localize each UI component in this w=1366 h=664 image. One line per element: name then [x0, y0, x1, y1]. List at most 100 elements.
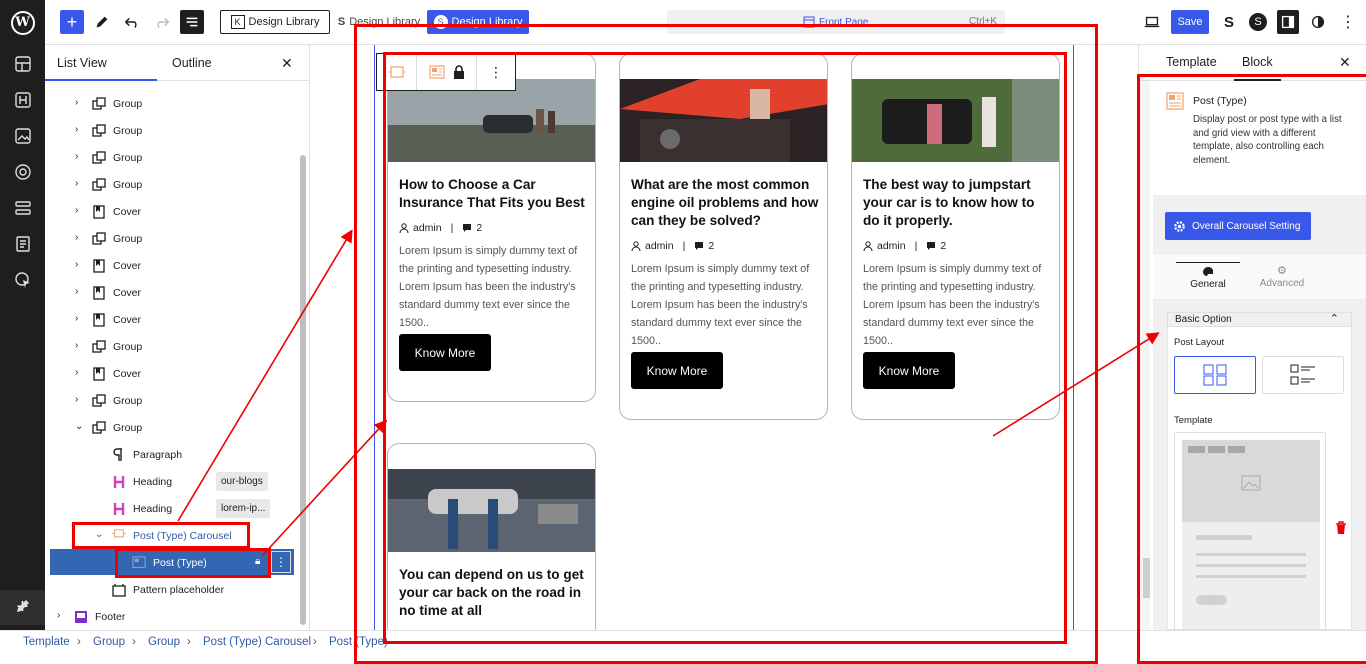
settings-sidebar-icon[interactable]: [1277, 10, 1299, 34]
list-view-row[interactable]: › Footer: [45, 604, 300, 630]
list-view-row[interactable]: › Group: [45, 334, 300, 360]
chevron-right-icon[interactable]: ›: [75, 124, 78, 135]
image-icon[interactable]: [14, 127, 32, 145]
post-type-block-icon[interactable]: [417, 54, 477, 90]
layout-icon[interactable]: [14, 55, 32, 73]
post-title[interactable]: The best way to jumpstart your car is to…: [863, 176, 1053, 230]
list-view-row[interactable]: › Group: [45, 172, 300, 198]
stackable-design-library-button[interactable]: S Design Library: [334, 10, 424, 34]
tab-general[interactable]: General: [1176, 262, 1240, 298]
post-card[interactable]: The best way to jumpstart your car is to…: [851, 53, 1060, 420]
style-contrast-icon[interactable]: [1308, 10, 1328, 34]
post-title[interactable]: How to Choose a Car Insurance That Fits …: [399, 176, 589, 212]
overall-carousel-setting-button[interactable]: Overall Carousel Setting: [1165, 212, 1311, 240]
grid-layout-option[interactable]: [1174, 356, 1256, 394]
stackable-icon[interactable]: S: [1219, 10, 1239, 34]
post-author[interactable]: admin: [877, 240, 906, 252]
chevron-right-icon[interactable]: ›: [75, 340, 78, 351]
pencil-tool-icon[interactable]: [92, 10, 112, 34]
trash-icon[interactable]: [1335, 521, 1347, 535]
basic-option-header[interactable]: Basic Option ⌃: [1167, 312, 1352, 327]
row-options-icon[interactable]: ⋮: [271, 551, 291, 573]
breadcrumb-item[interactable]: Group: [148, 636, 180, 648]
chevron-right-icon[interactable]: ›: [75, 367, 78, 378]
chevron-right-icon[interactable]: ›: [75, 178, 78, 189]
tab-outline[interactable]: Outline: [172, 56, 212, 70]
command-palette-bar[interactable]: Front Page Ctrl+K: [667, 10, 1005, 34]
close-icon[interactable]: ✕: [1339, 54, 1351, 71]
block-inserter-button[interactable]: +: [60, 10, 84, 34]
breadcrumb-item[interactable]: Post (Type) Carousel: [203, 636, 311, 648]
chevron-down-icon[interactable]: ⌄: [95, 529, 103, 540]
block-options-icon[interactable]: ⋮: [477, 54, 515, 90]
list-view-row[interactable]: › Cover: [45, 199, 300, 225]
list-view-row[interactable]: › Group: [45, 388, 300, 414]
document-icon[interactable]: [14, 235, 32, 253]
chevron-right-icon[interactable]: ›: [75, 259, 78, 270]
list-view-row[interactable]: Heading our-blogs: [45, 469, 300, 495]
post-featured-image[interactable]: [852, 79, 1059, 162]
know-more-button[interactable]: Know More: [399, 334, 491, 371]
design-library-button[interactable]: K Design Library: [220, 10, 330, 34]
list-view-row[interactable]: Post (Type) 🔒︎: [45, 550, 300, 576]
spectra-icon[interactable]: S: [1248, 10, 1268, 34]
chevron-right-icon[interactable]: ›: [75, 232, 78, 243]
chevron-right-icon[interactable]: ›: [75, 151, 78, 162]
chevron-right-icon[interactable]: ›: [75, 313, 78, 324]
list-view-row[interactable]: › Cover: [45, 361, 300, 387]
document-overview-icon[interactable]: [180, 10, 204, 34]
post-comment-count[interactable]: 2: [940, 240, 946, 252]
stack-icon[interactable]: [14, 199, 32, 217]
list-view-row[interactable]: Paragraph: [45, 442, 300, 468]
template-preview[interactable]: [1174, 432, 1326, 630]
list-view-row[interactable]: Heading lorem-ip...: [45, 496, 300, 522]
breadcrumb-item[interactable]: Template: [23, 636, 70, 648]
post-featured-image[interactable]: [388, 469, 595, 552]
chevron-right-icon[interactable]: ›: [57, 610, 60, 621]
device-preview-icon[interactable]: [1142, 10, 1162, 34]
undo-icon[interactable]: [122, 10, 142, 34]
chevron-right-icon[interactable]: ›: [75, 286, 78, 297]
list-view-row[interactable]: Pattern placeholder: [45, 577, 300, 603]
more-options-icon[interactable]: ⋮: [1338, 10, 1358, 34]
post-featured-image[interactable]: [388, 79, 595, 162]
post-author[interactable]: admin: [645, 240, 674, 252]
list-view-row[interactable]: › Cover: [45, 253, 300, 279]
save-button[interactable]: Save: [1171, 10, 1209, 34]
post-title[interactable]: You can depend on us to get your car bac…: [399, 566, 589, 620]
post-card[interactable]: How to Choose a Car Insurance That Fits …: [387, 53, 596, 402]
list-view-row[interactable]: ⌄ Post (Type) Carousel: [45, 523, 300, 549]
settings-scrollbar[interactable]: [1140, 81, 1150, 630]
list-view-row[interactable]: › Group: [45, 91, 300, 117]
breadcrumb-item[interactable]: Post (Type): [329, 636, 388, 648]
chevron-down-icon[interactable]: ⌄: [75, 421, 83, 432]
post-card[interactable]: You can depend on us to get your car bac…: [387, 443, 596, 643]
list-view-row[interactable]: › Group: [45, 226, 300, 252]
post-author[interactable]: admin: [413, 222, 442, 234]
know-more-button[interactable]: Know More: [863, 352, 955, 389]
edit-icon[interactable]: [14, 597, 32, 615]
list-view-row[interactable]: › Group: [45, 145, 300, 171]
header-icon[interactable]: [14, 91, 32, 109]
post-comment-count[interactable]: 2: [708, 240, 714, 252]
post-card[interactable]: What are the most common engine oil prob…: [619, 53, 828, 420]
know-more-button[interactable]: Know More: [631, 352, 723, 389]
list-view-row[interactable]: › Group: [45, 118, 300, 144]
tab-advanced[interactable]: ⚙ Advanced: [1250, 262, 1314, 298]
tab-template[interactable]: Template: [1166, 55, 1217, 69]
post-comment-count[interactable]: 2: [476, 222, 482, 234]
chevron-right-icon[interactable]: ›: [75, 97, 78, 108]
target-icon[interactable]: [14, 163, 32, 181]
post-title[interactable]: What are the most common engine oil prob…: [631, 176, 821, 230]
lock-icon[interactable]: [453, 65, 465, 79]
chevron-right-icon[interactable]: ›: [75, 394, 78, 405]
tab-list-view[interactable]: List View: [45, 56, 157, 81]
redo-icon[interactable]: [152, 10, 172, 34]
close-icon[interactable]: ✕: [281, 55, 293, 72]
wordpress-logo-icon[interactable]: W: [0, 0, 45, 45]
cursor-icon[interactable]: [14, 271, 32, 289]
chevron-right-icon[interactable]: ›: [75, 205, 78, 216]
list-view-row[interactable]: › Cover: [45, 307, 300, 333]
tab-block[interactable]: Block: [1234, 55, 1281, 81]
breadcrumb-item[interactable]: Group: [93, 636, 125, 648]
